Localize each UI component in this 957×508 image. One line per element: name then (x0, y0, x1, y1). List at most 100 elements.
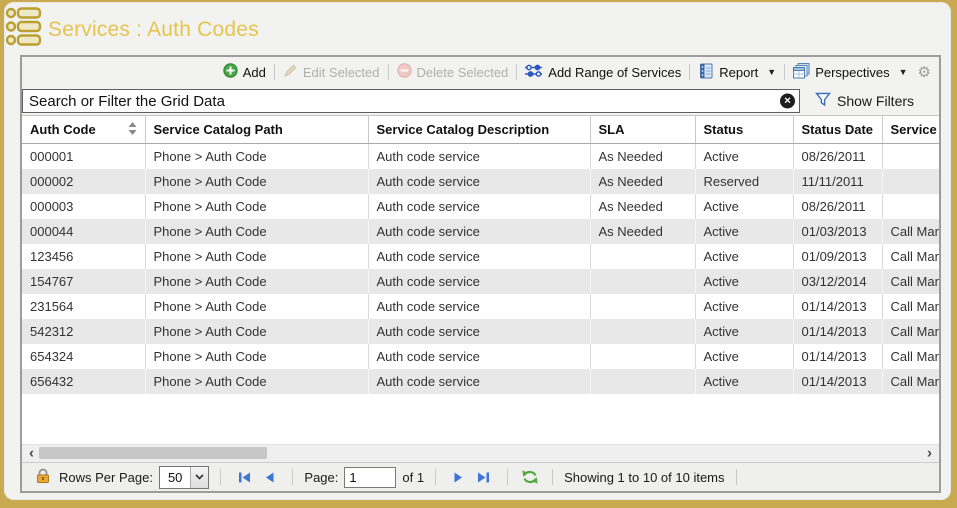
grid-cell: 01/14/2013 (793, 319, 882, 344)
add-range-of-services-button[interactable]: Add Range of Services (525, 64, 681, 81)
table-row[interactable]: 656432Phone > Auth CodeAuth code service… (22, 369, 939, 394)
table-row[interactable]: 231564Phone > Auth CodeAuth code service… (22, 294, 939, 319)
grid-cell: Phone > Auth Code (145, 319, 368, 344)
grid-cell: Phone > Auth Code (145, 269, 368, 294)
grid-cell: 01/09/2013 (793, 244, 882, 269)
scrollbar-thumb[interactable] (39, 447, 267, 459)
page-title: Services : Auth Codes (48, 18, 259, 42)
grid-cell (590, 294, 695, 319)
divider (736, 469, 737, 485)
rows-per-page-label: Rows Per Page: (59, 470, 153, 485)
divider (507, 469, 508, 485)
perspectives-layers-icon (793, 63, 810, 82)
pager-bar: Rows Per Page: 50 Page: of 1 (22, 462, 939, 491)
table-row[interactable]: 542312Phone > Auth CodeAuth code service… (22, 319, 939, 344)
grid-cell: Auth code service (368, 144, 590, 170)
grid-cell: 000003 (22, 194, 145, 219)
services-grid: Auth Code Service Catalog Path Service C… (22, 115, 939, 394)
grid-cell: Phone > Auth Code (145, 294, 368, 319)
grid-empty-area (22, 394, 939, 444)
delete-selected-label: Delete Selected (417, 65, 509, 80)
grid-cell: Phone > Auth Code (145, 144, 368, 170)
column-header-status-date[interactable]: Status Date (793, 116, 882, 144)
grid-cell: Auth code service (368, 269, 590, 294)
edit-selected-button[interactable]: Edit Selected (283, 63, 380, 81)
grid-cell: Call Manag (882, 244, 939, 269)
column-header-service-catalog-path[interactable]: Service Catalog Path (145, 116, 368, 144)
grid-cell (590, 369, 695, 394)
gear-icon[interactable]: ⚙ (918, 63, 931, 81)
grid-cell (590, 244, 695, 269)
delete-icon (397, 63, 412, 81)
search-input[interactable] (22, 89, 800, 113)
grid-cell: 01/14/2013 (793, 369, 882, 394)
last-page-button[interactable] (476, 471, 490, 484)
grid-cell: 231564 (22, 294, 145, 319)
divider (220, 469, 221, 485)
divider (435, 469, 436, 485)
clear-search-icon[interactable]: ✕ (780, 94, 795, 109)
add-button[interactable]: Add (223, 63, 266, 81)
grid-cell: Phone > Auth Code (145, 169, 368, 194)
grid-cell: 542312 (22, 319, 145, 344)
table-row[interactable]: 000002Phone > Auth CodeAuth code service… (22, 169, 939, 194)
column-header-service-catalog-description[interactable]: Service Catalog Description (368, 116, 590, 144)
grid-cell: Phone > Auth Code (145, 219, 368, 244)
grid-cell: Phone > Auth Code (145, 244, 368, 269)
report-notebook-icon (698, 63, 714, 82)
report-label: Report (719, 65, 758, 80)
column-header-status[interactable]: Status (695, 116, 793, 144)
scroll-left-icon[interactable]: ‹ (29, 444, 34, 461)
table-row[interactable]: 000001Phone > Auth CodeAuth code service… (22, 144, 939, 170)
grid-cell: Auth code service (368, 194, 590, 219)
rows-per-page-select[interactable]: 50 (159, 466, 209, 489)
lock-icon[interactable] (35, 467, 51, 487)
grid-cell (590, 344, 695, 369)
table-row[interactable]: 154767Phone > Auth CodeAuth code service… (22, 269, 939, 294)
grid-cell: As Needed (590, 219, 695, 244)
grid-cell (590, 269, 695, 294)
column-header-service-host[interactable]: Service H (882, 116, 939, 144)
show-filters-toggle[interactable]: Show Filters (815, 92, 914, 110)
delete-selected-button[interactable]: Delete Selected (397, 63, 509, 81)
grid-cell: 000002 (22, 169, 145, 194)
page-of-label: of 1 (402, 470, 424, 485)
grid-cell: 01/14/2013 (793, 294, 882, 319)
page-number-input[interactable] (344, 467, 396, 488)
sort-icon (128, 122, 137, 138)
grid-cell: Phone > Auth Code (145, 369, 368, 394)
grid-cell: Call Manag (882, 344, 939, 369)
grid-cell: 01/03/2013 (793, 219, 882, 244)
horizontal-scrollbar: ‹ › (22, 444, 939, 462)
table-row[interactable]: 654324Phone > Auth CodeAuth code service… (22, 344, 939, 369)
grid-cell: Phone > Auth Code (145, 194, 368, 219)
scroll-right-icon[interactable]: › (927, 444, 932, 461)
report-button[interactable]: Report ▼ (698, 63, 776, 82)
grid-cell: 000044 (22, 219, 145, 244)
divider (552, 469, 553, 485)
grid-toolbar: Add Edit Selected (22, 57, 939, 87)
column-header-sla[interactable]: SLA (590, 116, 695, 144)
grid-cell: 123456 (22, 244, 145, 269)
grid-cell: 154767 (22, 269, 145, 294)
grid-cell: Active (695, 294, 793, 319)
table-row[interactable]: 123456Phone > Auth CodeAuth code service… (22, 244, 939, 269)
grid-cell: As Needed (590, 194, 695, 219)
add-range-of-services-label: Add Range of Services (548, 65, 681, 80)
table-row[interactable]: 000044Phone > Auth CodeAuth code service… (22, 219, 939, 244)
grid-cell: Call Manag (882, 369, 939, 394)
app-window: Services : Auth Codes Add (4, 2, 951, 500)
table-row[interactable]: 000003Phone > Auth CodeAuth code service… (22, 194, 939, 219)
first-page-button[interactable] (238, 471, 252, 484)
range-nodes-icon (525, 64, 543, 81)
grid-cell: Auth code service (368, 219, 590, 244)
previous-page-button[interactable] (264, 471, 275, 484)
grid-cell: Call Manag (882, 269, 939, 294)
grid-cell: 08/26/2011 (793, 194, 882, 219)
next-page-button[interactable] (453, 471, 464, 484)
grid-cell: Active (695, 244, 793, 269)
grid-cell: Call Manag (882, 319, 939, 344)
column-header-auth-code[interactable]: Auth Code (22, 116, 145, 144)
refresh-icon[interactable] (521, 469, 539, 485)
perspectives-button[interactable]: Perspectives ▼ (793, 63, 907, 82)
